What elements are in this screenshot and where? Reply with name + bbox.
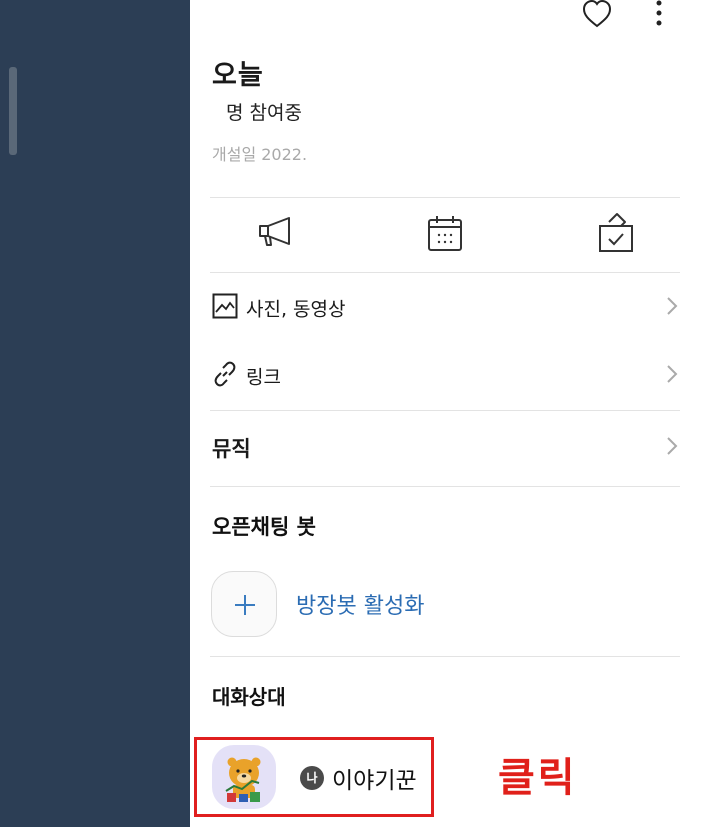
link-icon [212,361,238,391]
chevron-right-icon [666,364,678,388]
plus-icon [235,595,255,615]
image-icon [212,293,238,323]
heart-icon[interactable] [582,0,612,32]
media-menu-item[interactable]: 사진, 동영상 [210,278,680,338]
bot-section-title: 오픈채팅 봇 [212,515,316,539]
chat-room-drawer: 오늘 명 참여중 개설일 2022. 사진, 동영상 링크 뮤직 오픈채팅 봇 … [190,0,702,827]
room-title: 오늘 [212,60,264,91]
participant-row-me[interactable]: 나 이야기꾼 [194,737,434,817]
click-annotation: 클릭 [498,755,578,801]
add-bot-button[interactable] [211,571,277,637]
background-chat-area [0,0,190,827]
opened-date: 개설일 2022. [212,145,308,164]
divider [210,410,680,411]
activate-bot-link[interactable]: 방장봇 활성화 [296,588,424,620]
divider [210,272,680,273]
divider [210,486,680,487]
media-label: 사진, 동영상 [246,298,346,321]
avatar [212,745,276,809]
participant-name: 이야기꾼 [332,768,417,794]
chevron-right-icon [666,436,678,460]
chevron-right-icon [666,296,678,320]
divider [210,656,680,657]
vote-box-icon[interactable] [597,210,635,258]
divider [210,197,680,198]
music-label: 뮤직 [212,437,251,461]
me-badge: 나 [300,766,324,790]
more-vert-icon[interactable] [654,0,664,32]
megaphone-icon[interactable] [256,214,294,252]
member-count: 명 참여중 [226,102,302,124]
participants-section-title: 대화상대 [212,685,286,709]
link-label: 링크 [246,366,281,389]
scrollbar-thumb[interactable] [9,67,17,155]
calendar-icon[interactable] [427,214,463,256]
music-menu-item[interactable]: 뮤직 [210,418,680,478]
link-menu-item[interactable]: 링크 [210,346,680,406]
